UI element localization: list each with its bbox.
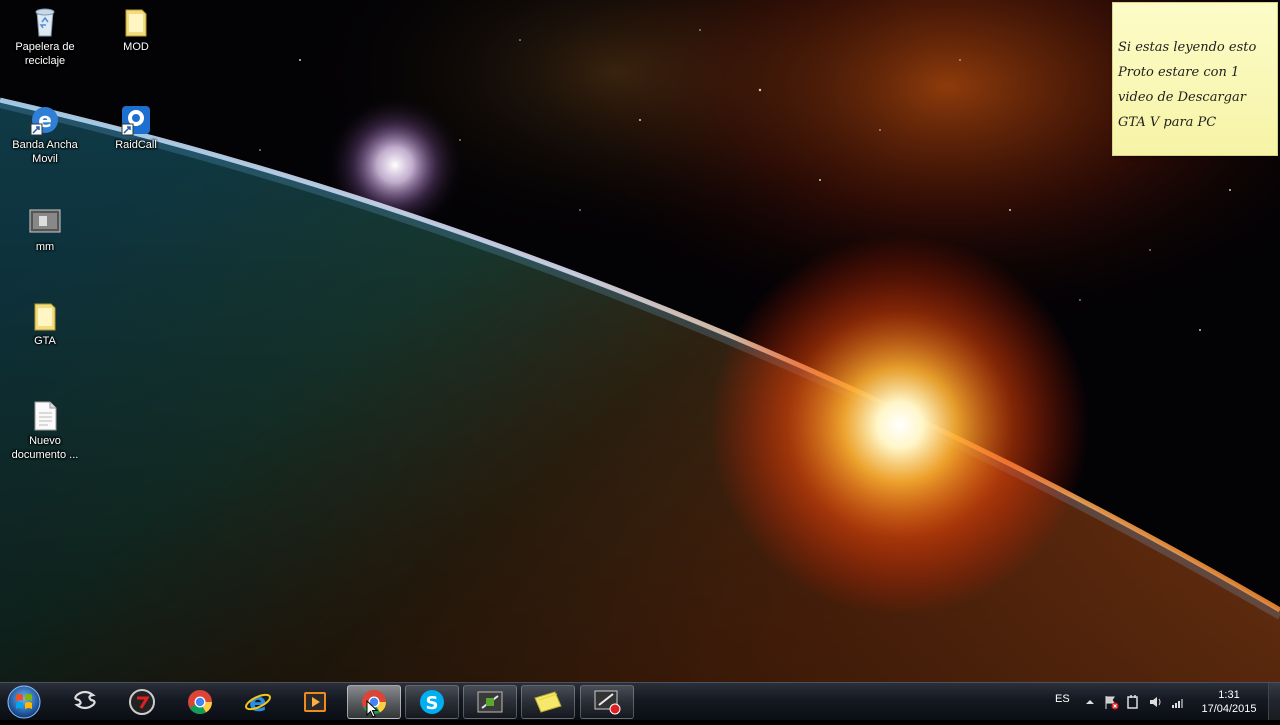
- taskbar-screen-recorder[interactable]: [580, 685, 634, 719]
- chrome-icon: [188, 690, 212, 715]
- sticky-note[interactable]: Si estas leyendo esto Proto estare con 1…: [1112, 2, 1278, 156]
- media-player-icon: [304, 692, 326, 712]
- broadband-shortcut-icon: e: [29, 104, 61, 136]
- taskbar-skype[interactable]: S: [405, 685, 459, 719]
- mouse-cursor-icon: [366, 699, 379, 718]
- internet-explorer-icon: e: [245, 688, 271, 716]
- desktop-icon-gta-folder[interactable]: GTA: [7, 300, 83, 348]
- image-file-icon: [29, 206, 61, 238]
- taskbar-internet-explorer[interactable]: e: [231, 685, 285, 719]
- taskbar-media-player[interactable]: [288, 685, 342, 719]
- game-app-icon: [477, 691, 503, 713]
- desktop-icon-mod-folder[interactable]: MOD: [98, 6, 174, 54]
- desktop-icon-mm[interactable]: mm: [7, 206, 83, 254]
- recycle-bin-icon: [29, 6, 61, 38]
- desktop-wallpaper: [0, 0, 1280, 720]
- clock-date: 17/04/2015: [1201, 703, 1257, 715]
- system-clock[interactable]: 1:31 17/04/2015: [1196, 688, 1262, 716]
- svg-text:e: e: [249, 688, 267, 716]
- start-button[interactable]: [4, 684, 44, 720]
- desktop-icon-label: GTA: [34, 335, 56, 347]
- folder-icon: [120, 6, 152, 38]
- show-hidden-icons-chevron-up-icon[interactable]: [1082, 694, 1098, 710]
- text-document-icon: [29, 400, 61, 432]
- language-indicator[interactable]: ES: [1055, 693, 1070, 705]
- desktop-icon-label: Papelera de reciclaje: [15, 41, 75, 67]
- desktop-icon-label: Nuevo documento ...: [11, 435, 79, 461]
- clock-time: 1:31: [1218, 689, 1240, 701]
- svg-text:S: S: [426, 693, 439, 714]
- desktop-icon-label: MOD: [123, 41, 149, 53]
- desktop-icon-label: Banda Ancha Movil: [12, 139, 78, 165]
- show-desktop-button[interactable]: [1268, 683, 1280, 720]
- power-plug-icon[interactable]: [1125, 694, 1141, 710]
- volume-icon[interactable]: [1148, 694, 1164, 710]
- screen-recorder-icon: [594, 690, 621, 715]
- taskbar: e S ES 1:31 17/04/2015: [0, 682, 1280, 720]
- sticky-note-text[interactable]: Si estas leyendo esto Proto estare con 1…: [1118, 35, 1272, 135]
- taskbar-sticky-notes[interactable]: [521, 685, 575, 719]
- taskbar-speedometer-app[interactable]: [115, 685, 169, 719]
- speedometer-app-icon: [129, 689, 155, 715]
- desktop-icon-label: mm: [35, 241, 55, 253]
- desktop-icon-raidcall[interactable]: RaidCall: [98, 104, 174, 152]
- raidcall-shortcut-icon: [120, 104, 152, 136]
- folder-icon: [29, 300, 61, 332]
- action-center-flag-icon[interactable]: [1103, 694, 1119, 710]
- taskbar-chrome-pinned[interactable]: [173, 685, 227, 719]
- desktop-icon-recycle-bin[interactable]: Papelera de reciclaje: [7, 6, 83, 68]
- desktop-icon-label: RaidCall: [115, 139, 157, 151]
- sonic-icon: [74, 690, 96, 710]
- skype-icon: S: [420, 690, 444, 714]
- desktop-icon-banda-ancha[interactable]: e Banda Ancha Movil: [7, 104, 83, 166]
- taskbar-sonic[interactable]: [58, 685, 112, 719]
- sticky-notes-icon: [534, 691, 562, 713]
- desktop-icon-nuevo-documento[interactable]: Nuevo documento ...: [7, 400, 83, 462]
- taskbar-game-app[interactable]: [463, 685, 517, 719]
- network-signal-icon[interactable]: [1170, 694, 1186, 710]
